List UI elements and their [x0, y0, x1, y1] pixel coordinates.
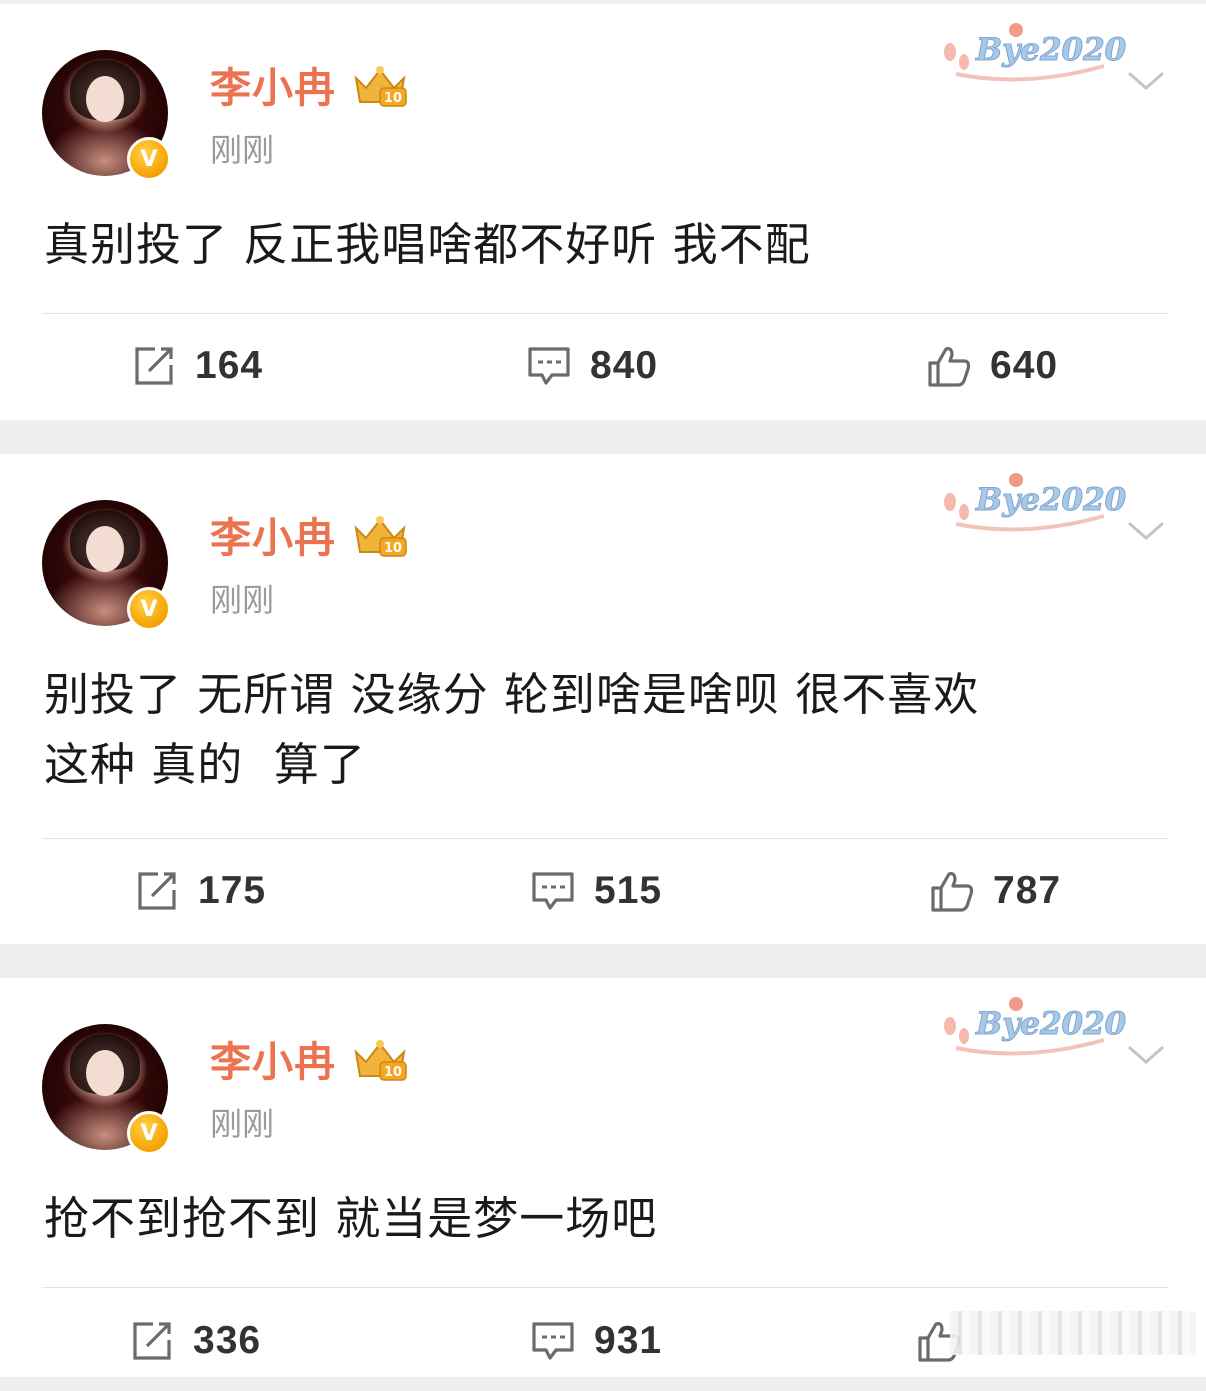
chevron-down-icon[interactable]	[1126, 510, 1166, 550]
post-content: 真别投了 反正我唱啥都不好听 我不配	[44, 218, 811, 271]
repost-icon	[138, 872, 176, 910]
post-actions: 164 840 640	[0, 316, 1206, 416]
post-card[interactable]: V 李小冉 10 刚刚 Bye2020 真别投了 反正我唱啥都不好听 我不配 1…	[0, 4, 1206, 420]
repost-count: 336	[193, 1319, 262, 1362]
chevron-down-icon[interactable]	[1126, 60, 1166, 100]
repost-button[interactable]: 336	[129, 1291, 261, 1391]
like-button[interactable]: 787	[929, 841, 1061, 941]
post-timestamp: 刚刚	[210, 581, 275, 619]
comment-count: 840	[590, 344, 659, 387]
post-timestamp: 刚刚	[210, 1105, 275, 1143]
comment-button[interactable]: 931	[530, 1291, 662, 1391]
comment-button[interactable]: 840	[526, 316, 658, 416]
repost-count: 175	[198, 869, 267, 912]
bye2020-sticker: Bye2020	[936, 996, 1127, 1060]
divider	[42, 1287, 1168, 1288]
repost-icon	[135, 347, 173, 385]
sticker-text: Bye2020	[975, 1006, 1127, 1043]
verified-badge-icon: V	[127, 137, 171, 181]
repost-count: 164	[195, 344, 264, 387]
verified-badge-icon: V	[127, 587, 171, 631]
divider	[42, 313, 1168, 314]
verified-badge-icon: V	[127, 1111, 171, 1155]
like-count: 640	[990, 344, 1059, 387]
sticker-text: Bye2020	[975, 482, 1127, 519]
vip-crown-icon[interactable]: 10	[350, 514, 410, 560]
repost-button[interactable]: 175	[134, 841, 266, 941]
username[interactable]: 李小冉	[210, 512, 336, 564]
comment-count: 515	[594, 869, 663, 912]
thumbs-up-icon	[928, 347, 971, 387]
like-count: 787	[993, 869, 1062, 912]
svg-text:10: 10	[384, 541, 402, 556]
post-content: 抢不到抢不到 就当是梦一场吧	[44, 1192, 658, 1245]
divider	[42, 838, 1168, 839]
post-content: 别投了 无所谓 没缘分 轮到啥是啥呗 很不喜欢 这种 真的 算了	[44, 668, 980, 791]
comment-icon	[532, 872, 574, 910]
vip-crown-icon[interactable]: 10	[350, 1038, 410, 1084]
like-button[interactable]: 640	[926, 316, 1058, 416]
svg-text:10: 10	[384, 1065, 402, 1080]
svg-text:10: 10	[384, 91, 402, 106]
chevron-down-icon[interactable]	[1126, 1034, 1166, 1074]
bye2020-sticker: Bye2020	[936, 472, 1127, 536]
post-timestamp: 刚刚	[210, 131, 275, 169]
post-actions: 175 515 787	[0, 841, 1206, 941]
comment-icon	[532, 1322, 574, 1360]
post-actions: 336 931	[0, 1291, 1206, 1391]
sticker-text: Bye2020	[975, 32, 1127, 69]
repost-button[interactable]: 164	[131, 316, 263, 416]
username[interactable]: 李小冉	[210, 1036, 336, 1088]
post-card[interactable]: V 李小冉 10 刚刚 Bye2020 别投了 无所谓 没缘分 轮到啥是啥呗 很…	[0, 454, 1206, 944]
comment-count: 931	[594, 1319, 663, 1362]
thumbs-up-icon	[931, 872, 974, 912]
comment-button[interactable]: 515	[530, 841, 662, 941]
comment-icon	[528, 347, 570, 385]
username[interactable]: 李小冉	[210, 62, 336, 114]
repost-icon	[133, 1322, 171, 1360]
weibo-feed: V 李小冉 10 刚刚 Bye2020 真别投了 反正我唱啥都不好听 我不配 1…	[0, 0, 1206, 1377]
vip-crown-icon[interactable]: 10	[350, 64, 410, 110]
watermark-overlay	[950, 1311, 1196, 1355]
post-card[interactable]: V 李小冉 10 刚刚 Bye2020 抢不到抢不到 就当是梦一场吧 336 9…	[0, 978, 1206, 1377]
bye2020-sticker: Bye2020	[936, 22, 1127, 86]
